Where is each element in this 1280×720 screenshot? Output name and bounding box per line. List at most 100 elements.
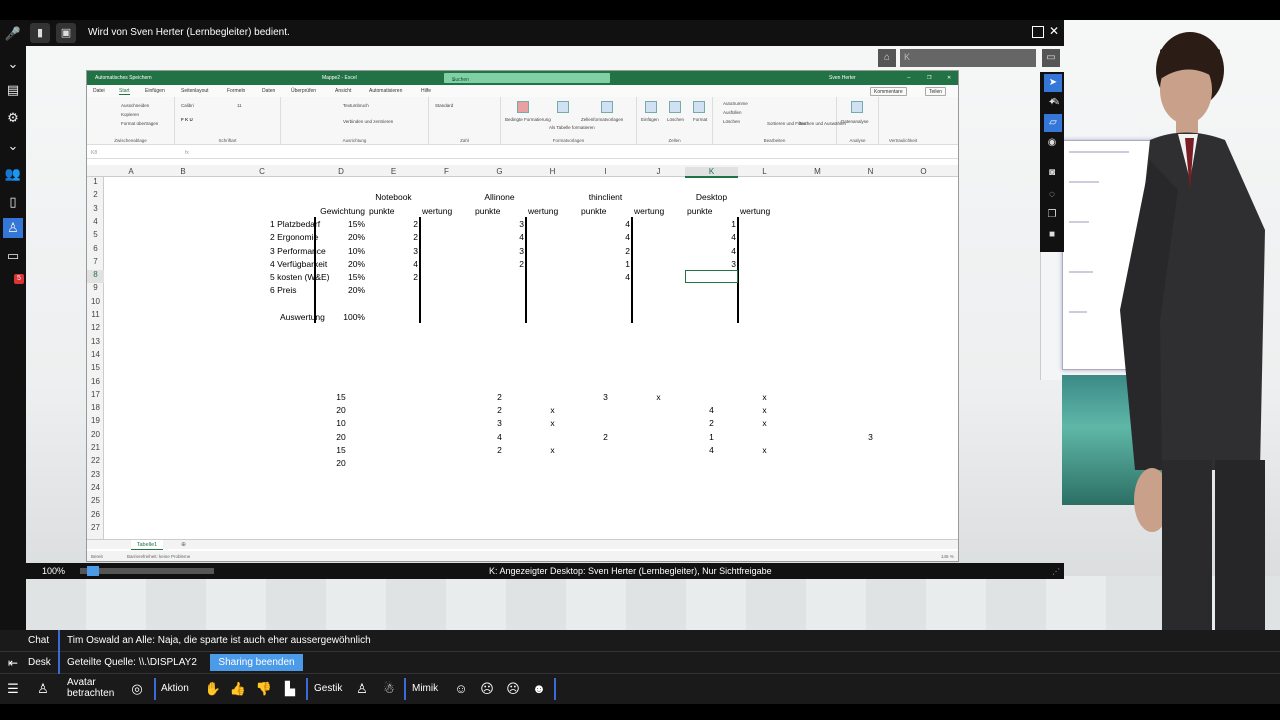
column-header[interactable]: N (844, 167, 897, 176)
square-icon[interactable]: ■ (1042, 226, 1062, 244)
autosave-label[interactable]: Automatisches Speichern (95, 75, 152, 81)
status-accessibility[interactable]: Barrierefreiheit: keine Probleme (127, 554, 190, 559)
excel-search[interactable]: ⌕ Suchen (444, 73, 610, 83)
criterion[interactable]: 1 Platzbedarf (270, 219, 320, 229)
criterion[interactable]: 2 Ergonomie (270, 232, 318, 242)
menu-datei[interactable]: Datei (93, 88, 105, 94)
allinone-points[interactable]: 2 (473, 259, 524, 269)
lower-cell[interactable]: 3 (473, 418, 526, 428)
lower-cell[interactable]: 2 (685, 418, 738, 428)
maximize-icon[interactable] (1032, 26, 1044, 38)
format-as-table-button[interactable]: Als Tabelle formatieren (549, 125, 595, 130)
column-header[interactable]: M (791, 167, 844, 176)
thinclient-points[interactable]: 4 (579, 232, 630, 242)
header-notebook[interactable]: Notebook (337, 192, 450, 202)
menu-ueberpruefen[interactable]: Überprüfen (291, 88, 316, 94)
eye-icon[interactable]: ◎ (128, 680, 146, 698)
menu-seitenlayout[interactable]: Seitenlayout (181, 88, 209, 94)
share-button[interactable]: Teilen (925, 87, 947, 96)
lower-cell[interactable]: x (526, 445, 579, 455)
column-header[interactable]: J (632, 167, 685, 176)
weight[interactable]: 10% (315, 246, 365, 256)
surprised-face-icon[interactable]: ☻ (530, 680, 548, 698)
row-header[interactable]: 2 (87, 190, 104, 203)
add-sheet-icon[interactable]: ⊕ (181, 541, 186, 548)
column-header[interactable]: B (157, 167, 209, 176)
row-header[interactable]: 25 (87, 496, 104, 509)
row-header[interactable]: 18 (87, 403, 104, 416)
name-box[interactable]: K8 (91, 150, 97, 156)
thumbs-up-icon[interactable]: 👍 (229, 680, 247, 698)
weight[interactable]: 20% (315, 285, 365, 295)
clap-icon[interactable]: ☃ (380, 680, 398, 698)
row-header[interactable]: 17 (87, 390, 104, 403)
pen-icon[interactable]: ✎ (1046, 94, 1066, 112)
thumbs-down-icon[interactable]: 👎 (255, 680, 273, 698)
insert-cells-button[interactable]: Einfügen (641, 117, 659, 122)
format-cells-icon[interactable] (693, 101, 705, 113)
header-gewichtung[interactable]: Gewichtung (315, 206, 365, 216)
address-field[interactable]: K (900, 49, 1036, 67)
lower-cell[interactable]: x (526, 405, 579, 415)
sheet-tab[interactable]: Tabelle1 (131, 540, 163, 550)
notebook-points[interactable]: 2 (367, 219, 418, 229)
number-format-select[interactable]: Standard (435, 103, 453, 108)
merge-center-button[interactable]: Verbinden und zentrieren (343, 119, 393, 124)
notebook-points[interactable]: 2 (367, 272, 418, 282)
gear-icon[interactable]: ⚙ (3, 108, 23, 128)
avatar-icon[interactable]: ♙ (34, 680, 52, 698)
collapse-icon[interactable]: ⇤ (2, 652, 24, 674)
desktop-points[interactable]: 4 (685, 232, 736, 242)
row-header[interactable]: 1 (87, 177, 104, 190)
neutral-face-icon[interactable]: ☹ (478, 680, 496, 698)
lower-cell[interactable]: x (738, 445, 791, 455)
column-header[interactable]: L (738, 167, 791, 176)
notebook-points[interactable]: 3 (367, 246, 418, 256)
menu-start[interactable]: Start (119, 88, 130, 95)
lower-cell[interactable]: 4 (685, 405, 738, 415)
header-punkte[interactable]: punkte (475, 206, 501, 216)
lower-cell[interactable]: x (632, 392, 685, 402)
row-header[interactable]: 5 (87, 230, 104, 243)
allinone-points[interactable]: 3 (473, 219, 524, 229)
row-header[interactable]: 19 (87, 416, 104, 429)
row-header[interactable]: 8 (87, 270, 104, 284)
monitor-icon[interactable]: ▣ (56, 23, 76, 43)
row-header[interactable]: 14 (87, 350, 104, 363)
header-wertung[interactable]: wertung (528, 206, 558, 216)
desktop-points[interactable]: 1 (685, 219, 736, 229)
menu-einfuegen[interactable]: Einfügen (145, 88, 165, 94)
row-header[interactable]: 22 (87, 456, 104, 469)
weight[interactable]: 15% (315, 219, 365, 229)
screen-icon[interactable]: ▭ (1042, 49, 1060, 67)
lower-cell[interactable]: 20 (315, 405, 367, 415)
row-header[interactable]: 20 (87, 430, 104, 443)
thinclient-points[interactable]: 4 (579, 219, 630, 229)
lower-cell[interactable]: 2 (473, 445, 526, 455)
cell-styles-button[interactable]: Zellenformatvorlagen (581, 117, 623, 122)
font-name-select[interactable]: Calibri (181, 103, 194, 108)
resize-grip-icon[interactable]: ⋰ (1052, 567, 1060, 576)
delete-cells-button[interactable]: Löschen (667, 117, 684, 122)
close-icon[interactable]: ✕ (1049, 24, 1059, 38)
criterion[interactable]: 6 Preis (270, 285, 296, 295)
lower-cell[interactable]: 15 (315, 445, 367, 455)
menu-formeln[interactable]: Formeln (227, 88, 245, 94)
notebook-points[interactable]: 4 (367, 259, 418, 269)
column-header[interactable]: H (526, 167, 579, 176)
row-header[interactable]: 16 (87, 377, 104, 390)
lower-cell[interactable]: 10 (315, 418, 367, 428)
row-header[interactable]: 15 (87, 363, 104, 376)
column-header[interactable]: G (473, 167, 526, 176)
column-header[interactable]: O (897, 167, 950, 176)
weight[interactable]: 20% (315, 259, 365, 269)
chat-label[interactable]: Chat (28, 635, 49, 646)
status-zoom[interactable]: 145 % (941, 554, 954, 559)
lower-cell[interactable]: x (738, 392, 791, 402)
header-wertung[interactable]: wertung (740, 206, 770, 216)
column-header[interactable]: C (209, 167, 315, 176)
microphone-icon[interactable]: 🎤 (3, 24, 23, 44)
hand-icon[interactable]: ✋ (204, 680, 222, 698)
font-size-select[interactable]: 11 (237, 103, 242, 108)
insert-cells-icon[interactable] (645, 101, 657, 113)
